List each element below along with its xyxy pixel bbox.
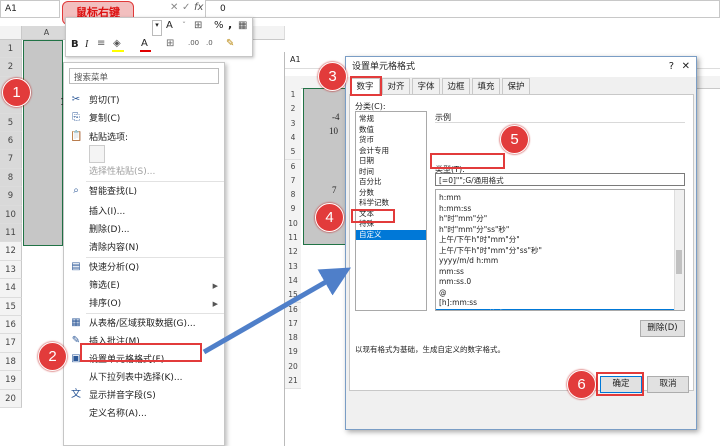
arrow-line — [202, 267, 352, 355]
step-badge-2: 2 — [38, 342, 67, 371]
step-badge-3: 3 — [318, 62, 347, 91]
step-badge-1: 1 — [2, 78, 31, 107]
step-badge-6: 6 — [567, 370, 596, 399]
pointer-arrow — [202, 267, 352, 355]
step-badge-4: 4 — [315, 203, 344, 232]
step-badge-5: 5 — [500, 125, 529, 154]
